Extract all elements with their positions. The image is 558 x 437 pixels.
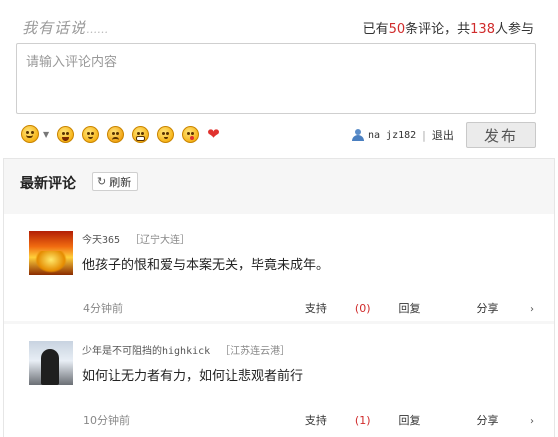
reply-button[interactable]: 回复 <box>399 412 421 428</box>
title-dots: …… <box>86 23 109 36</box>
user-info: na jz182 | 退出 <box>352 127 454 143</box>
refresh-button[interactable]: ↻ 刷新 <box>92 172 139 191</box>
thinking-icon[interactable] <box>82 125 100 143</box>
user-icon <box>352 129 366 141</box>
comment-list-header: 最新评论 ↻ 刷新 <box>4 159 554 205</box>
grin-icon[interactable] <box>132 125 150 143</box>
comment-text: 如何让无力者有力，如何让悲观者前行 <box>82 369 304 384</box>
username[interactable]: na jz182 <box>368 130 416 141</box>
emoticon-bar: ▼ ❤ <box>21 125 220 143</box>
comment-form: 我有话说…… 已有50条评论，共138人参与 ▼ ❤ na jz182 | 退出… <box>0 0 558 158</box>
support-label: 支持 <box>304 302 327 315</box>
stats-mid: 条评论，共 <box>405 22 471 37</box>
kiss-icon[interactable] <box>182 125 200 143</box>
share-button[interactable]: 分享 › <box>449 412 535 428</box>
comment-stats: 已有50条评论，共138人参与 <box>363 18 534 37</box>
separator: | <box>422 128 426 142</box>
stats-prefix: 已有 <box>362 22 389 37</box>
support-count: (1) <box>354 414 371 427</box>
reply-button[interactable]: 回复 <box>399 300 421 316</box>
chevron-down-icon[interactable]: ▼ <box>43 130 49 139</box>
support-button[interactable]: 支持 (1) <box>277 412 371 428</box>
support-count: (0) <box>354 302 371 315</box>
smile-icon[interactable] <box>21 125 39 143</box>
share-label: 分享 <box>476 302 499 315</box>
comment-actions: 支持 (0) 回复 分享 › <box>249 300 534 316</box>
comment-list: 最新评论 ↻ 刷新 今天365 ［辽宁大连］ 他孩子的恨和爱与本案无关，毕竟未成年… <box>3 158 555 437</box>
chevron-right-icon: › <box>530 304 534 315</box>
comment-text: 他孩子的恨和爱与本案无关，毕竟未成年。 <box>82 258 330 273</box>
support-button[interactable]: 支持 (0) <box>277 300 371 316</box>
support-label: 支持 <box>304 414 327 427</box>
stats-suffix: 人参与 <box>494 22 534 37</box>
publish-button[interactable]: 发布 <box>466 122 536 148</box>
comment-input[interactable] <box>17 44 535 113</box>
avatar[interactable] <box>29 231 73 275</box>
comment-item: 今天365 ［辽宁大连］ 他孩子的恨和爱与本案无关，毕竟未成年。 4分钟前 支持 (… <box>4 214 554 321</box>
avatar[interactable] <box>29 341 73 385</box>
chevron-right-icon: › <box>530 416 534 427</box>
comment-username[interactable]: 少年是不可阻挡的highkick <box>82 346 210 357</box>
comment-count: 50 <box>388 22 406 37</box>
comment-time: 4分钟前 <box>83 302 123 315</box>
comment-location: ［辽宁大连］ <box>130 235 191 246</box>
share-button[interactable]: 分享 › <box>449 300 535 316</box>
heart-icon[interactable]: ❤ <box>207 125 220 143</box>
comment-username[interactable]: 今天365 <box>82 235 120 246</box>
comment-form-title: 我有话说…… <box>22 17 108 38</box>
participant-count: 138 <box>470 22 495 37</box>
comment-meta: 少年是不可阻挡的highkick ［江苏连云港］ <box>82 342 290 357</box>
refresh-icon: ↻ <box>97 175 107 188</box>
comment-actions: 支持 (1) 回复 分享 › <box>249 412 534 428</box>
shy-icon[interactable] <box>157 125 175 143</box>
comment-list-title: 最新评论 <box>20 176 76 192</box>
comment-item: 少年是不可阻挡的highkick ［江苏连云港］ 如何让无力者有力，如何让悲观者前… <box>4 324 554 437</box>
comment-location: ［江苏连云港］ <box>220 346 291 357</box>
logout-link[interactable]: 退出 <box>432 127 454 143</box>
cry-icon[interactable] <box>107 125 125 143</box>
laugh-icon[interactable] <box>57 125 75 143</box>
comment-meta: 今天365 ［辽宁大连］ <box>82 231 190 246</box>
refresh-label: 刷新 <box>109 175 132 189</box>
share-label: 分享 <box>476 414 499 427</box>
title-text: 我有话说 <box>22 19 87 37</box>
comment-editor[interactable] <box>16 43 536 114</box>
comment-time: 10分钟前 <box>83 414 130 427</box>
